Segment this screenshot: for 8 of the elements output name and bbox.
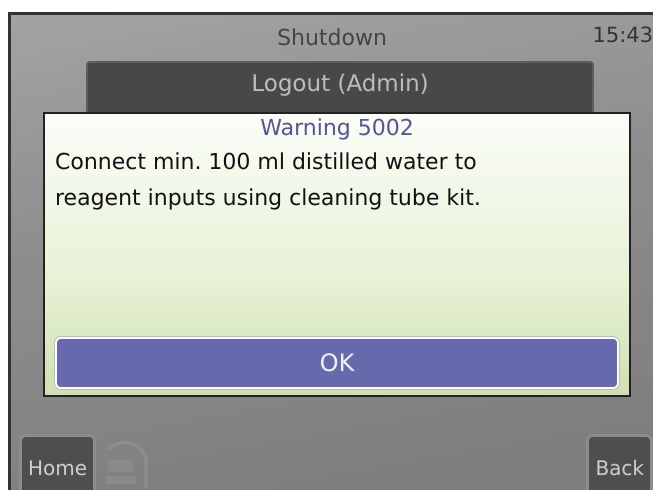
menu-button[interactable]: Logout (Admin) <box>86 61 594 115</box>
clock-time: 15:43 <box>592 23 653 47</box>
dialog-title: Warning 5002 <box>259 115 415 141</box>
back-button[interactable]: Back <box>586 434 653 490</box>
screen-title: Shutdown <box>277 26 387 50</box>
ok-button[interactable]: OK <box>55 337 619 389</box>
dialog-message: Connect min. 100 ml distilled water to reagent inputs using cleaning tube kit. <box>54 149 482 213</box>
home-button[interactable]: Home <box>19 434 96 490</box>
